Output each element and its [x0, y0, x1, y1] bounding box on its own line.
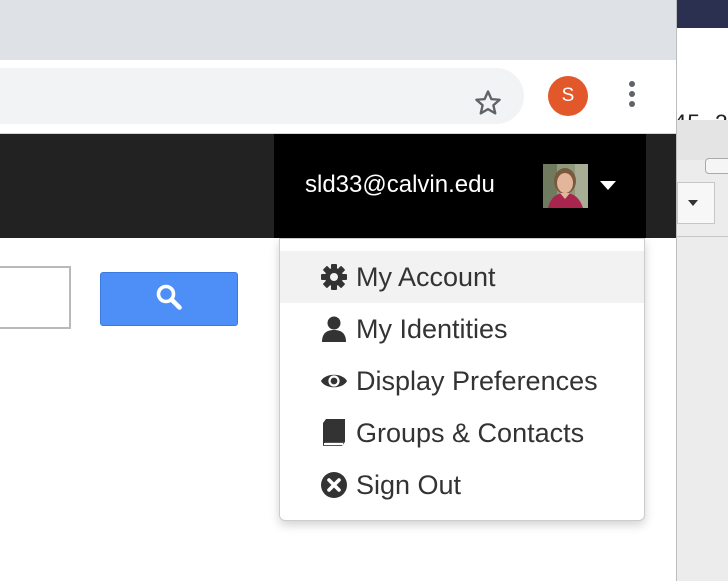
eye-icon [320, 367, 348, 395]
menu-item-label: Groups & Contacts [356, 418, 585, 448]
magnifier-icon [155, 283, 183, 316]
adjacent-window-dropdown[interactable] [677, 182, 715, 224]
menu-item-groups-contacts[interactable]: Groups & Contacts [280, 407, 644, 459]
adjacent-window-divider [677, 236, 728, 237]
account-email[interactable]: sld33@calvin.edu [305, 170, 495, 200]
caret-down-icon [688, 200, 698, 206]
adjacent-window-address-area: 45-20 [677, 28, 728, 137]
adjacent-window-titlebar [677, 0, 728, 28]
menu-item-label: My Identities [356, 314, 508, 344]
browser-tab-strip [0, 0, 676, 60]
three-dots-vertical-icon [628, 80, 636, 113]
book-icon [320, 419, 348, 447]
avatar[interactable] [543, 164, 588, 208]
profile-avatar-button[interactable]: S [548, 76, 588, 116]
menu-item-display-preferences[interactable]: Display Preferences [280, 355, 644, 407]
browser-menu-button[interactable] [612, 76, 652, 116]
address-bar[interactable] [0, 68, 524, 124]
search-input[interactable] [0, 266, 71, 329]
profile-initial: S [561, 85, 575, 106]
account-dropdown-menu: My Account My Identities Display Prefere… [279, 238, 645, 521]
menu-item-label: My Account [356, 262, 496, 292]
remove-sign-icon [320, 471, 348, 499]
bookmark-star-button[interactable] [468, 85, 508, 125]
menu-item-sign-out[interactable]: Sign Out [280, 459, 644, 511]
adjacent-window-toolbar [677, 120, 728, 160]
adjacent-window-tab [705, 158, 728, 174]
star-outline-icon [473, 88, 503, 123]
chevron-down-icon[interactable] [600, 181, 616, 190]
menu-item-label: Display Preferences [356, 366, 598, 396]
gear-icon [320, 263, 348, 291]
menu-item-my-account[interactable]: My Account [280, 251, 644, 303]
user-icon [320, 315, 348, 343]
menu-item-my-identities[interactable]: My Identities [280, 303, 644, 355]
adjacent-window: 45-20 [676, 0, 728, 581]
search-button[interactable] [100, 272, 238, 326]
menu-item-label: Sign Out [356, 470, 462, 500]
